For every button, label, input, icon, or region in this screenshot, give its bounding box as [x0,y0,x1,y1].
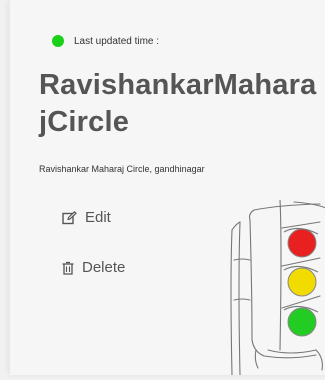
status-indicator-dot [52,35,64,47]
delete-label: Delete [82,259,126,276]
traffic-light-illustration [220,199,325,380]
edit-button[interactable]: Edit [62,209,111,226]
edit-icon [62,210,77,225]
last-updated-label: Last updated time : [74,35,160,47]
location-address: Ravishankar Maharaj Circle, gandhinagar [39,164,205,174]
location-title: RavishankarMaharajCircle [39,69,317,138]
delete-button[interactable]: Delete [62,259,125,276]
edit-label: Edit [85,209,111,226]
trash-icon [62,261,74,275]
last-updated-row: Last updated time : [52,35,159,47]
